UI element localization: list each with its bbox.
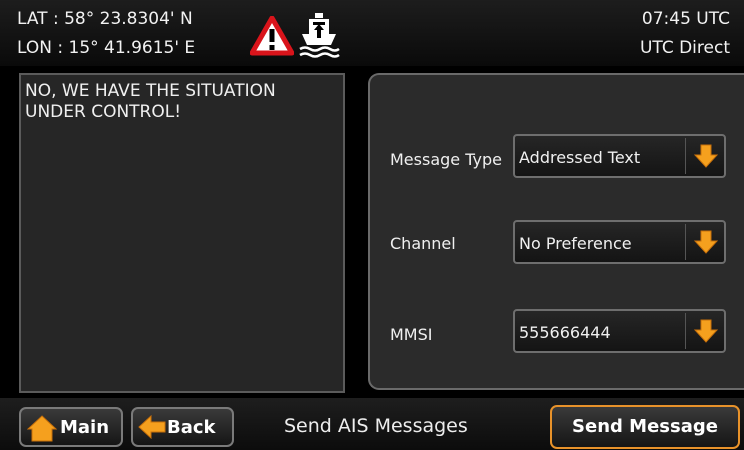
dropdown-divider <box>685 313 686 349</box>
utc-clock: 07:45 UTC <box>641 9 730 29</box>
back-button[interactable]: Back <box>131 407 234 447</box>
screen-title: Send AIS Messages <box>284 415 468 437</box>
arrow-down-icon[interactable] <box>693 318 719 344</box>
arrow-down-icon[interactable] <box>693 229 719 255</box>
mmsi-value: 555666444 <box>519 323 611 342</box>
message-text-area[interactable]: NO, WE HAVE THE SITUATION UNDER CONTROL! <box>19 73 345 393</box>
home-icon <box>27 415 57 442</box>
mmsi-dropdown[interactable]: 555666444 <box>513 309 726 353</box>
message-type-label: Message Type <box>390 150 502 169</box>
dropdown-divider <box>685 224 686 260</box>
send-message-button[interactable]: Send Message <box>550 405 740 449</box>
back-button-label: Back <box>167 417 216 438</box>
status-bar: LAT : 58° 23.8304' N LON : 15° 41.9615' … <box>0 0 744 66</box>
main-button[interactable]: Main <box>19 407 123 447</box>
main-button-label: Main <box>60 417 110 438</box>
message-settings-panel: Message Type Addressed Text Channel No P… <box>368 73 744 390</box>
back-arrow-icon <box>138 415 166 439</box>
bottom-bar: Main Back Send AIS Messages Send Message <box>0 398 744 450</box>
arrow-down-icon[interactable] <box>693 143 719 169</box>
message-type-dropdown[interactable]: Addressed Text <box>513 134 726 178</box>
warning-triangle-icon[interactable] <box>250 16 294 56</box>
channel-dropdown[interactable]: No Preference <box>513 220 726 264</box>
message-type-value: Addressed Text <box>519 148 641 167</box>
channel-value: No Preference <box>519 234 632 253</box>
latitude-readout: LAT : 58° 23.8304' N <box>17 9 193 29</box>
channel-label: Channel <box>390 234 456 253</box>
dropdown-divider <box>685 138 686 174</box>
longitude-readout: LON : 15° 41.9615' E <box>17 38 196 58</box>
ship-icon <box>299 13 340 58</box>
time-source: UTC Direct <box>639 38 730 58</box>
mmsi-label: MMSI <box>390 325 433 344</box>
